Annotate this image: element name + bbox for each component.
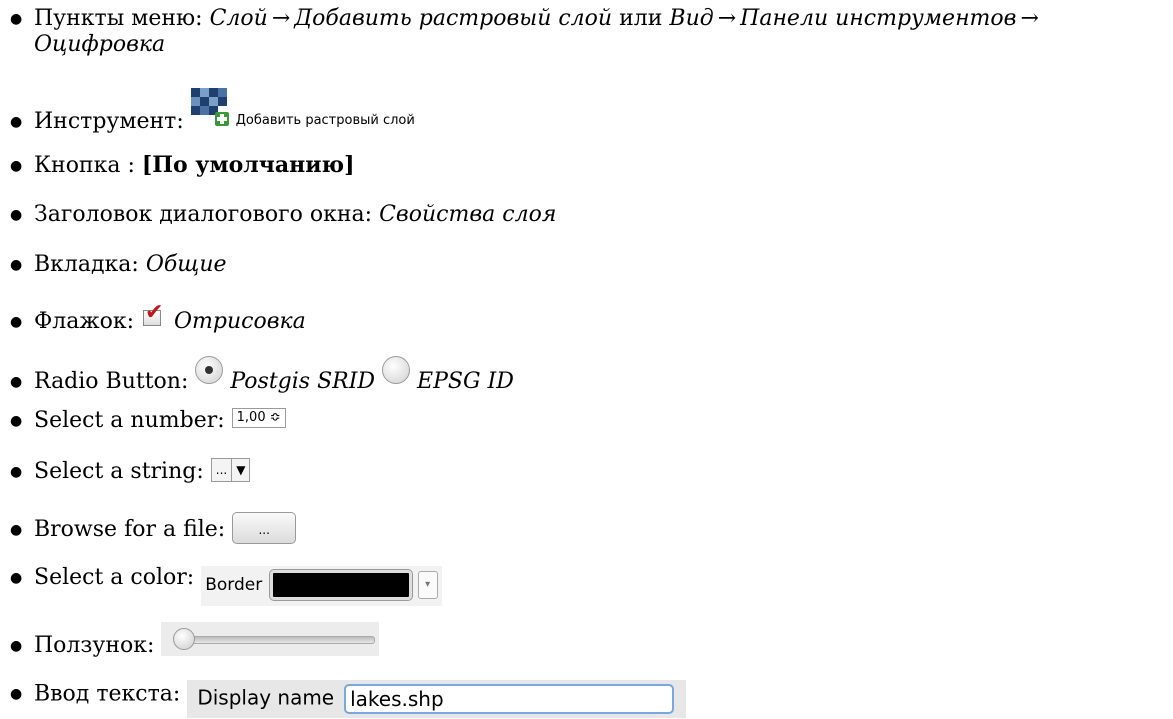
list-item-number: ● Select a number: 1,00 ≎	[10, 408, 286, 434]
text-label: Ввод текста:	[34, 681, 181, 707]
list-item-text: ● Ввод текста: Display name lakes.shp	[10, 680, 687, 718]
menu-path-1a: Слой	[209, 6, 268, 31]
menu-path-2a: Вид	[669, 6, 714, 31]
list-item-color: ● Select a color: Border ▾	[10, 565, 442, 606]
radio-option-postgis: Postgis SRID	[230, 369, 376, 394]
checkbox-checked-icon[interactable]: ✔	[141, 300, 167, 326]
bullet: ●	[10, 412, 23, 429]
bullet: ●	[10, 463, 23, 480]
display-name-label: Display name	[197, 685, 335, 710]
number-spinbox[interactable]: 1,00 ≎	[231, 408, 286, 428]
slider-track	[175, 636, 376, 644]
list-item-dialog: ● Заголовок диалогового окна: Свойства сл…	[10, 202, 556, 228]
radio-unselected-icon[interactable]	[382, 356, 411, 384]
bullet: ●	[10, 637, 23, 654]
arrow-icon: →	[717, 6, 737, 31]
file-label: Browse for a file:	[34, 517, 226, 542]
menu-or: или	[619, 6, 663, 31]
slider-label: Ползунок:	[34, 633, 155, 658]
display-name-input[interactable]: lakes.shp	[344, 684, 675, 714]
bullet: ●	[10, 113, 23, 130]
checkbox-label: Флажок:	[34, 309, 134, 334]
tab-label: Вкладка:	[34, 252, 139, 277]
bullet: ●	[10, 157, 23, 174]
menu-label: Пункты меню:	[34, 6, 203, 31]
dialog-title: Свойства слоя	[379, 202, 557, 227]
dropdown-arrow-icon: ▼	[231, 459, 249, 481]
list-item-checkbox: ● Флажок: ✔ Отрисовка	[10, 300, 306, 335]
list-item-menu: ● Пункты меню: Слой → Добавить растровый сл…	[10, 6, 1043, 59]
list-item-radio: ● Radio Button: Postgis SRID EPSG ID	[10, 356, 514, 395]
menu-path-1b: Добавить растровый слой	[294, 6, 613, 31]
menu-path-2c: Оцифровка	[34, 32, 166, 58]
menu-path-2b: Панели инструментов	[740, 6, 1017, 31]
radio-option-epsg: EPSG ID	[417, 369, 514, 394]
list-item-button: ● Кнопка : [По умолчанию]	[10, 152, 355, 179]
arrow-icon: →	[1020, 6, 1039, 31]
string-combobox[interactable]: ... ▼	[210, 458, 251, 482]
color-picker-widget: Border ▾	[201, 566, 442, 606]
dialog-label: Заголовок диалогового окна:	[34, 202, 373, 227]
tab-name: Общие	[145, 252, 227, 277]
slider-handle[interactable]	[173, 628, 196, 650]
tool-name: Добавить растровый слой	[235, 113, 415, 128]
chevron-down-icon[interactable]: ▾	[417, 571, 438, 599]
add-raster-layer-icon[interactable]	[190, 88, 229, 126]
browse-button[interactable]: ...	[232, 512, 297, 544]
border-label: Border	[205, 575, 263, 595]
arrow-icon: →	[271, 6, 291, 31]
bullet: ●	[10, 521, 23, 538]
bullet: ●	[10, 313, 23, 330]
slider[interactable]	[161, 622, 380, 656]
number-label: Select a number:	[34, 408, 225, 433]
tool-label: Инструмент:	[34, 109, 184, 134]
list-item-slider: ● Ползунок:	[10, 622, 380, 659]
default-button-name: [По умолчанию]	[141, 152, 355, 178]
bullet: ●	[10, 569, 23, 586]
button-label: Кнопка :	[34, 153, 135, 178]
list-item-string: ● Select a string: ... ▼	[10, 458, 251, 485]
bullet: ●	[10, 206, 23, 223]
checkbox-text: Отрисовка	[174, 309, 306, 334]
radio-selected-icon[interactable]	[195, 356, 224, 384]
list-item-tool: ● Инструмент: Добавить растровый слой	[10, 88, 415, 135]
combobox-value: ...	[215, 463, 228, 477]
list-item-tab: ● Вкладка: Общие	[10, 252, 227, 278]
bullet: ●	[10, 10, 23, 27]
color-label: Select a color:	[34, 565, 195, 590]
color-swatch-button[interactable]	[269, 569, 414, 601]
radio-label: Radio Button:	[34, 369, 189, 394]
bullet: ●	[10, 686, 23, 703]
list-item-file: ● Browse for a file: ...	[10, 512, 297, 544]
bullet: ●	[10, 256, 23, 273]
text-input-widget: Display name lakes.shp	[187, 680, 687, 718]
bullet: ●	[10, 373, 23, 390]
string-label: Select a string:	[34, 459, 204, 484]
